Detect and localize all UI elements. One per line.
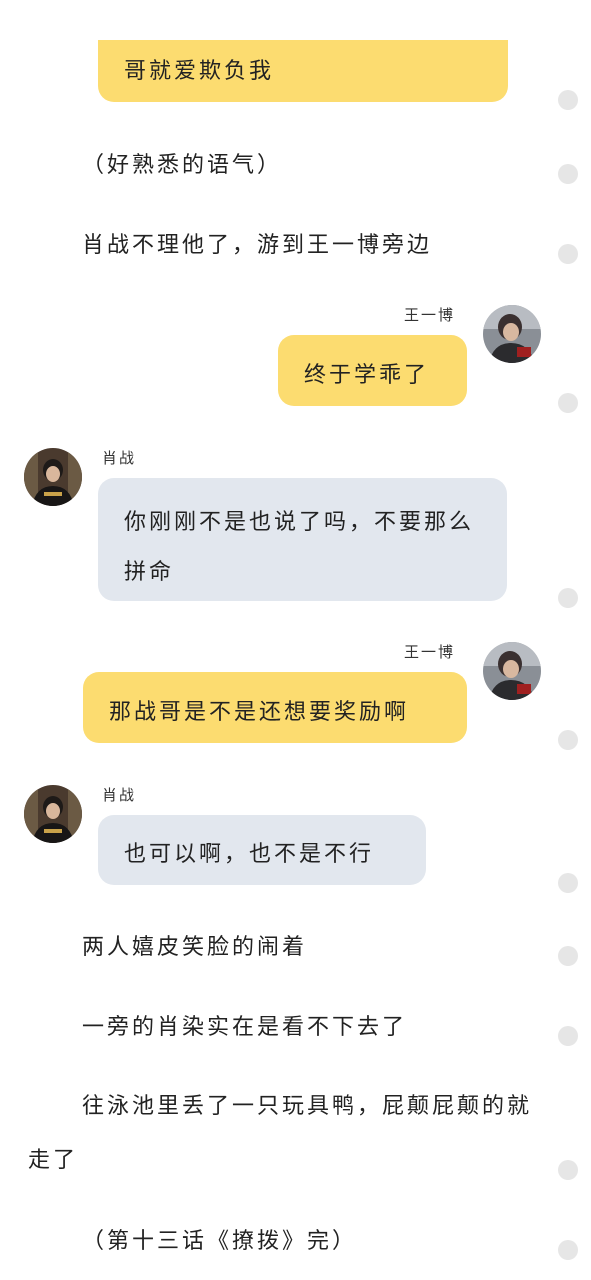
narration-line: 一旁的肖染实在是看不下去了 <box>82 1015 408 1040</box>
sender-name: 王一博 <box>404 306 456 324</box>
scroll-marker-dot <box>558 946 578 966</box>
sender-name: 肖战 <box>102 786 137 804</box>
avatar-photo-icon <box>483 305 541 363</box>
scroll-marker-dot <box>558 90 578 110</box>
avatar-xiao[interactable] <box>24 785 82 843</box>
scroll-marker-dot <box>558 873 578 893</box>
avatar-wang[interactable] <box>483 642 541 700</box>
message-text: 你刚刚不是也说了吗，不要那么拼命 <box>124 510 475 585</box>
narration-line: （第十三话《撩拨》完） <box>82 1229 358 1254</box>
sender-name: 肖战 <box>102 449 137 467</box>
avatar-wang[interactable] <box>483 305 541 363</box>
message-bubble-wang: 那战哥是不是还想要奖励啊 <box>83 672 467 743</box>
message-bubble-wang: 终于学乖了 <box>278 335 467 406</box>
avatar-xiao[interactable] <box>24 448 82 506</box>
avatar-photo-icon <box>24 448 82 506</box>
scroll-marker-dot <box>558 393 578 413</box>
message-bubble-xiao: 你刚刚不是也说了吗，不要那么拼命 <box>98 478 507 601</box>
narration-line: 肖战不理他了，游到王一博旁边 <box>82 233 433 258</box>
message-text: 那战哥是不是还想要奖励啊 <box>109 700 410 725</box>
message-text: 哥就爱欺负我 <box>124 59 275 84</box>
narration-line: 两人嬉皮笑脸的闹着 <box>82 935 308 960</box>
scroll-marker-dot <box>558 1026 578 1046</box>
narration-paragraph: 往泳池里丢了一只玩具鸭，屁颠屁颠的就走了 <box>28 1094 533 1173</box>
scroll-marker-dot <box>558 1160 578 1180</box>
message-text: 终于学乖了 <box>304 363 430 388</box>
message-text: 也可以啊，也不是不行 <box>124 842 375 867</box>
avatar-photo-icon <box>24 785 82 843</box>
scroll-marker-dot <box>558 1240 578 1260</box>
sender-name: 王一博 <box>404 643 456 661</box>
scroll-marker-dot <box>558 244 578 264</box>
avatar-photo-icon <box>483 642 541 700</box>
message-bubble-xiao: 也可以啊，也不是不行 <box>98 815 426 885</box>
narration-line: （好熟悉的语气） <box>82 153 283 178</box>
scroll-marker-dot <box>558 730 578 750</box>
message-bubble-top: 哥就爱欺负我 <box>98 40 508 102</box>
scroll-marker-dot <box>558 164 578 184</box>
scroll-marker-dot <box>558 588 578 608</box>
